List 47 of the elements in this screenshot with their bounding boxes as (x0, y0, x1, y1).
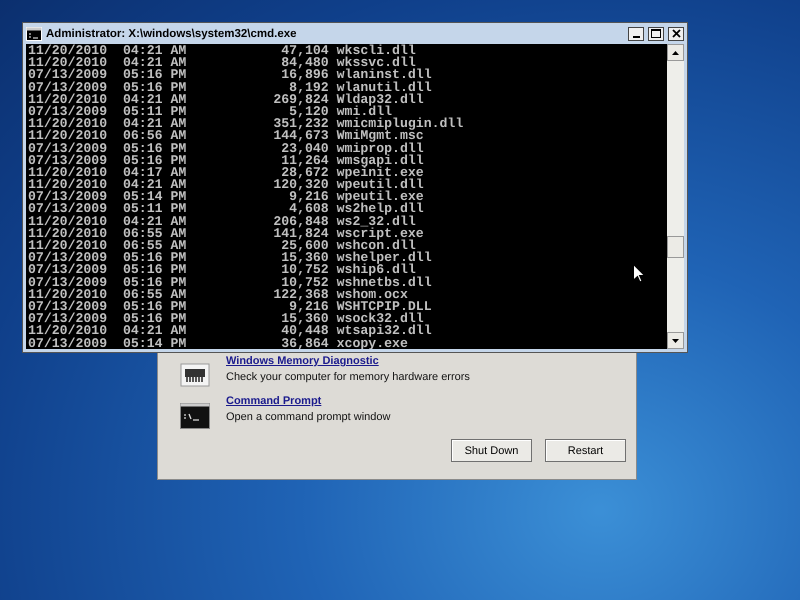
scroll-up-button[interactable] (667, 44, 684, 61)
console-line: 07/13/2009 05:16 PM 23,040 wmiprop.dll (28, 142, 424, 155)
window-title: Administrator: X:\windows\system32\cmd.exe (46, 28, 298, 40)
dialog-button[interactable]: Restart (545, 439, 626, 462)
minimize-icon (632, 36, 640, 38)
console-line: 07/13/2009 05:16 PM 15,360 wshelper.dll (28, 252, 432, 264)
dialog-button[interactable]: Shut Down (451, 439, 532, 462)
console-line: 11/20/2010 04:21 AM 206,848 ws2_32.dll (28, 216, 416, 228)
mouse-pointer-icon (633, 264, 645, 283)
console-line: 11/20/2010 04:21 AM 84,480 wkssvc.dll (28, 57, 416, 70)
tool-description: Check your computer for memory hardware errors (226, 371, 470, 383)
recovery-tool-link[interactable]: Command Prompt (226, 395, 322, 407)
console-line: 07/13/2009 05:16 PM 11,264 wmsgapi.dll (28, 154, 424, 167)
up-arrow-icon (672, 50, 679, 54)
recovery-tool-link[interactable]: Windows Memory Diagnostic (226, 355, 379, 367)
console-line: 11/20/2010 04:21 AM 120,320 wpeutil.dll (28, 179, 424, 192)
scroll-thumb[interactable] (667, 236, 684, 258)
console-line: 07/13/2009 05:16 PM 16,896 wlaninst.dll (28, 69, 432, 82)
console-line: 11/20/2010 04:21 AM 351,232 wmicmiplugin.dll (28, 118, 464, 130)
console-line: 11/20/2010 04:21 AM 47,104 wkscli.dll (28, 45, 416, 58)
close-button[interactable] (668, 26, 684, 40)
console-line: 07/13/2009 05:11 PM 5,120 wmi.dll (28, 106, 392, 118)
console-line: 07/13/2009 05:16 PM 8,192 wlanutil.dll (28, 82, 432, 94)
close-icon (672, 29, 680, 38)
scroll-down-button[interactable] (667, 332, 684, 349)
console-line: 11/20/2010 06:55 AM 141,824 wscript.exe (28, 228, 424, 240)
console-line: 11/20/2010 06:55 AM 122,368 wshom.ocx (28, 288, 408, 301)
console-line: 07/13/2009 05:14 PM 9,216 wpeutil.exe (28, 191, 424, 204)
console-line: 07/13/2009 05:16 PM 10,752 wship6.dll (28, 264, 416, 277)
console-line: 11/20/2010 06:55 AM 25,600 wshcon.dll (28, 240, 416, 252)
console-line: 07/13/2009 05:16 PM 15,360 wsock32.dll (28, 313, 424, 326)
down-arrow-icon (672, 338, 679, 342)
memory-chip-icon (180, 363, 210, 387)
console-line: 11/20/2010 06:56 AM 144,673 WmiMgmt.msc (28, 130, 424, 142)
console-line: 07/13/2009 05:11 PM 4,608 ws2help.dll (28, 203, 424, 216)
maximize-icon (651, 29, 661, 38)
console-line: 07/13/2009 05:16 PM 10,752 wshnetbs.dll (28, 276, 432, 289)
minimize-button[interactable] (628, 26, 644, 40)
console-app-icon (26, 26, 42, 40)
console-line: 07/13/2009 05:16 PM 9,216 WSHTCPIP.DLL (28, 300, 432, 314)
console-line: 11/20/2010 04:21 AM 269,824 Wldap32.dll (28, 94, 424, 106)
maximize-button[interactable] (648, 26, 664, 40)
tool-description: Open a command prompt window (226, 411, 390, 423)
console-line: 11/20/2010 04:21 AM 40,448 wtsapi32.dll (28, 325, 432, 338)
console-line: 07/13/2009 05:14 PM 36,864 xcopy.exe (28, 338, 408, 349)
console-line: 11/20/2010 04:17 AM 28,672 wpeinit.exe (28, 166, 424, 180)
command-prompt-icon (180, 403, 210, 429)
